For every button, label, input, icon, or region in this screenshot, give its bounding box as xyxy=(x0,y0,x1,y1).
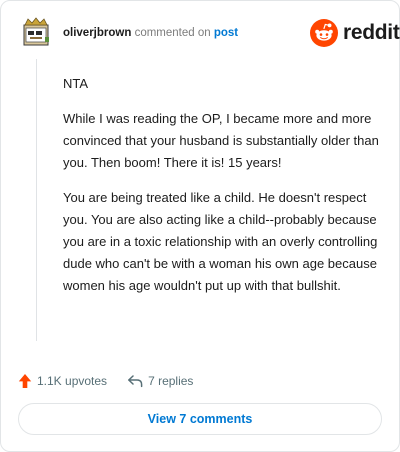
username-link[interactable]: oliverjbrown xyxy=(63,27,131,39)
reddit-snoo-icon xyxy=(310,19,338,47)
reddit-wordmark: reddit xyxy=(343,21,400,44)
comment-paragraph: While I was reading the OP, I became mor… xyxy=(63,111,379,170)
comment-card: oliverjbrown commented on post reddit NT… xyxy=(0,0,400,452)
reddit-logo[interactable]: reddit xyxy=(310,19,400,47)
thread-line[interactable] xyxy=(36,59,37,341)
avatar-image xyxy=(23,17,49,46)
avatar[interactable] xyxy=(21,17,51,47)
post-link[interactable]: post xyxy=(214,27,238,39)
comment-header: oliverjbrown commented on post xyxy=(63,26,238,40)
header-action-text: commented on xyxy=(134,27,211,39)
replies-button[interactable]: 7 replies xyxy=(127,374,193,388)
upvote-count: 1.1K upvotes xyxy=(37,374,108,388)
reply-arrow-icon xyxy=(128,375,143,388)
comment-body: NTA While I was reading the OP, I became… xyxy=(63,73,381,310)
comment-footer: 1.1K upvotes 7 replies xyxy=(18,371,193,391)
comment-paragraph: NTA xyxy=(63,76,89,91)
reply-count: 7 replies xyxy=(148,374,194,388)
arrow-up-icon xyxy=(18,374,32,388)
upvote-button[interactable]: 1.1K upvotes xyxy=(18,373,107,389)
comment-paragraph: You are being treated like a child. He d… xyxy=(63,190,378,293)
view-comments-button[interactable]: View 7 comments xyxy=(18,403,382,435)
